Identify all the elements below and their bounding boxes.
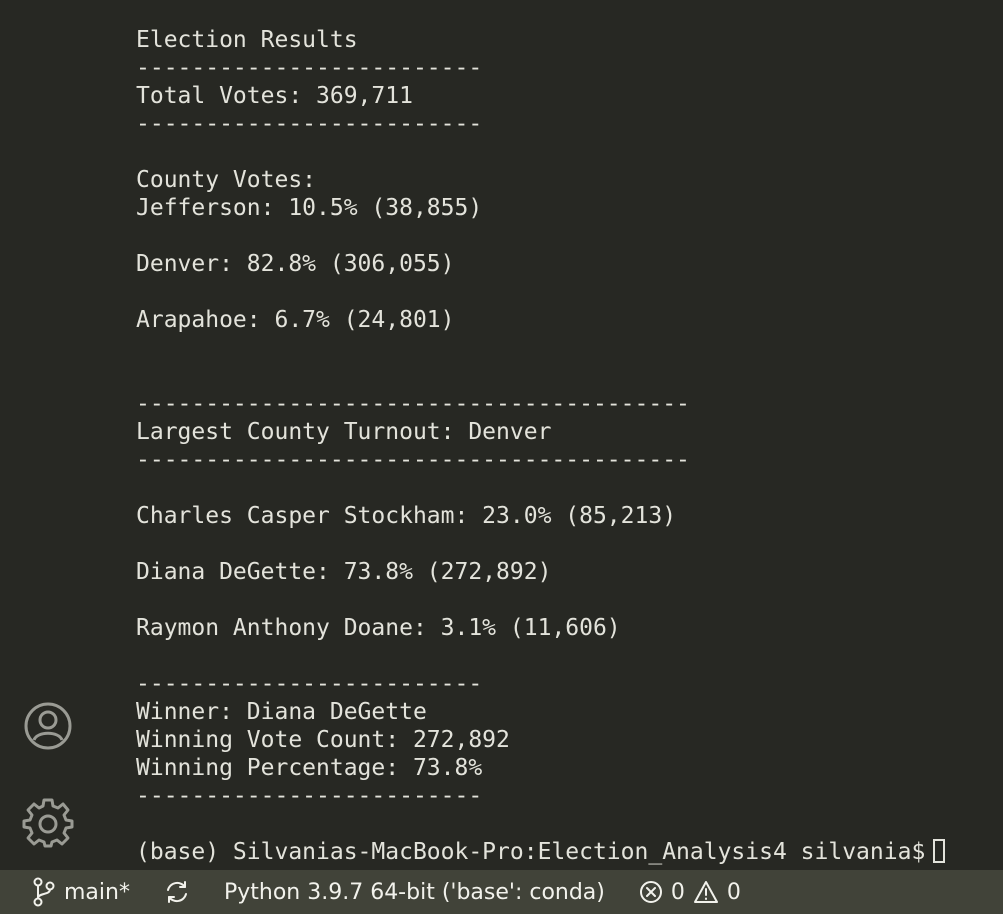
terminal-line: Raymon Anthony Doane: 3.1% (11,606) (136, 615, 621, 641)
branch-name: main* (64, 879, 130, 905)
terminal-prompt: (base) Silvanias-MacBook-Pro:Election_An… (136, 839, 926, 865)
terminal-line: Election Results (136, 27, 358, 53)
terminal-line: Denver: 82.8% (306,055) (136, 251, 455, 277)
status-bar: main* Python 3.9.7 64-bit ('base': conda… (0, 870, 1003, 914)
git-branch-icon (33, 877, 55, 907)
sync-button[interactable] (164, 870, 190, 914)
error-count: 0 (670, 879, 685, 905)
vscode-window: Election Results -----------------------… (0, 0, 1003, 914)
terminal-line: ------------------------- (136, 671, 483, 697)
terminal-output[interactable]: Election Results -----------------------… (136, 26, 1003, 866)
activity-bar (0, 0, 96, 870)
interpreter-label: Python 3.9.7 64-bit ('base': conda) (223, 879, 605, 905)
terminal-line: ---------------------------------------- (136, 447, 690, 473)
terminal-line: ------------------------- (136, 111, 483, 137)
terminal-line: Largest County Turnout: Denver (136, 419, 552, 445)
terminal-line: ------------------------- (136, 783, 483, 809)
terminal-line: County Votes: (136, 167, 317, 193)
terminal-line: Charles Casper Stockham: 23.0% (85,213) (136, 503, 677, 529)
warning-icon (693, 881, 718, 903)
terminal-line: Diana DeGette: 73.8% (272,892) (136, 559, 552, 585)
terminal-line: ---------------------------------------- (136, 391, 690, 417)
terminal-line: Jefferson: 10.5% (38,855) (136, 195, 483, 221)
terminal-line: Winning Vote Count: 272,892 (136, 727, 510, 753)
python-interpreter[interactable]: Python 3.9.7 64-bit ('base': conda) (224, 870, 605, 914)
terminal-prompt-line[interactable]: (base) Silvanias-MacBook-Pro:Election_An… (136, 838, 1003, 866)
terminal-line: ------------------------- (136, 55, 483, 81)
problems-status[interactable]: 0 0 (639, 870, 741, 914)
error-icon (639, 881, 662, 903)
sync-icon (166, 881, 187, 903)
terminal-line: Arapahoe: 6.7% (24,801) (136, 307, 455, 333)
terminal-line: Winner: Diana DeGette (136, 699, 427, 725)
warning-count: 0 (726, 879, 741, 905)
account-icon[interactable] (22, 700, 74, 752)
settings-gear-icon[interactable] (22, 796, 74, 848)
branch-status[interactable]: main* (32, 870, 130, 914)
terminal-cursor (933, 839, 946, 863)
terminal-line: Total Votes: 369,711 (136, 83, 413, 109)
terminal-line: Winning Percentage: 73.8% (136, 755, 483, 781)
